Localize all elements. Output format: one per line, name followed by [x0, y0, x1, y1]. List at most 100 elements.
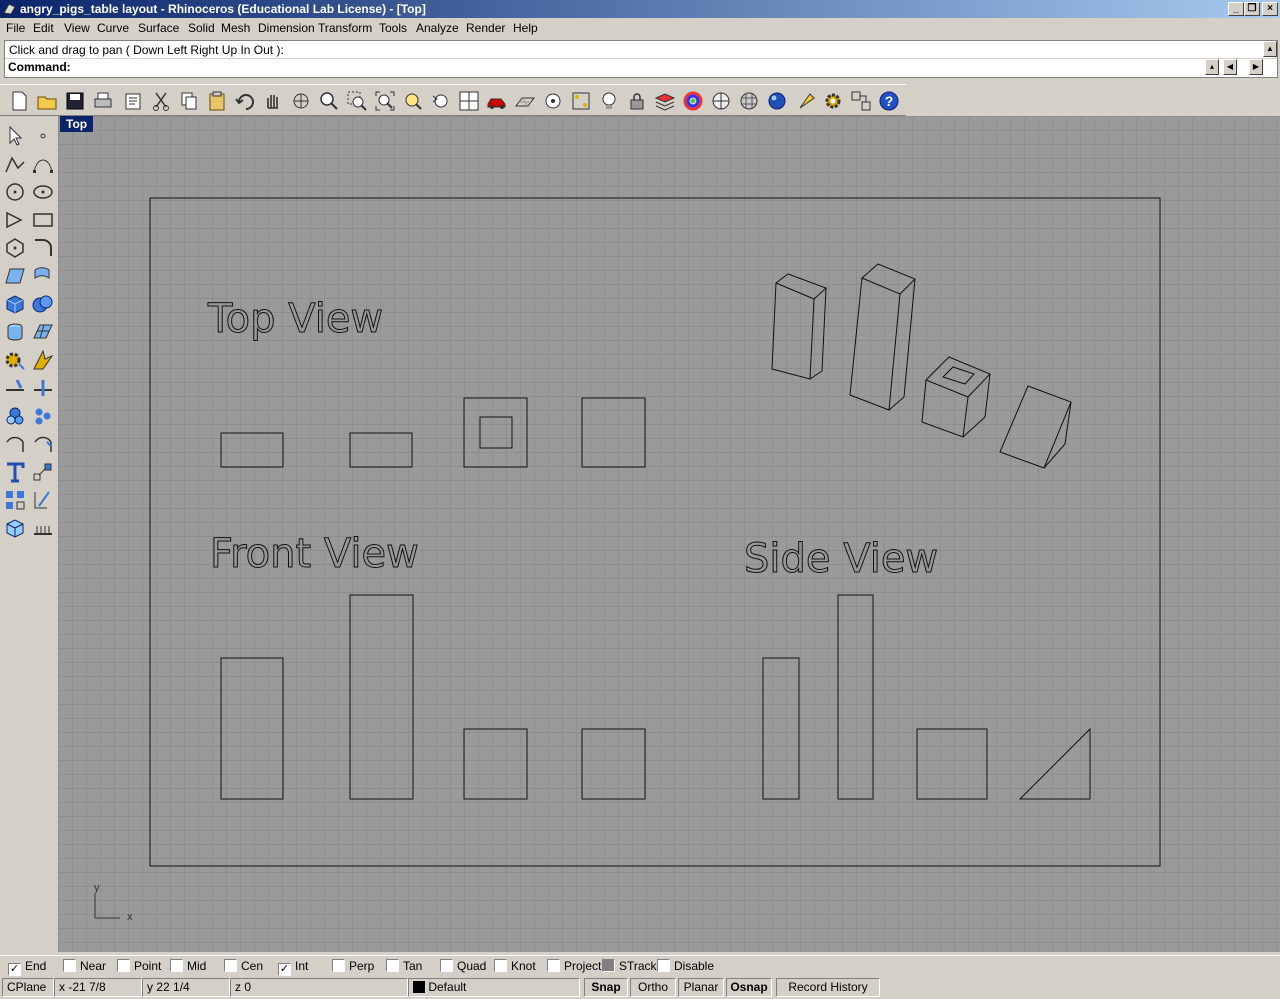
fillet-curve-icon[interactable] — [31, 236, 55, 260]
extrude-curve-icon[interactable] — [31, 264, 55, 288]
menu-tools[interactable]: Tools — [379, 21, 407, 35]
osnap-end-checkbox[interactable]: ✓ — [8, 963, 21, 976]
drawing-canvas[interactable]: Top View Front View Side View y x — [58, 116, 1280, 952]
osnap-toggle[interactable]: Osnap — [726, 978, 772, 997]
polygon-icon[interactable] — [3, 236, 27, 260]
analyze-icon[interactable] — [31, 488, 55, 512]
osnap-tan[interactable]: Tan — [386, 959, 422, 973]
command-scroll-right-icon[interactable]: ▶ — [1249, 59, 1263, 75]
curve-tools-icon[interactable] — [31, 432, 55, 456]
osnap-end[interactable]: ✓ End — [8, 959, 46, 976]
options-gear-icon[interactable] — [822, 90, 844, 112]
osnap-perp[interactable]: Perp — [332, 959, 374, 973]
menu-curve[interactable]: Curve — [97, 21, 129, 35]
viewport-title-tab[interactable]: Top — [60, 116, 94, 132]
command-spin-icon[interactable]: ▴ — [1205, 59, 1219, 75]
surface-corner-points-icon[interactable] — [3, 264, 27, 288]
render-sphere-icon[interactable] — [766, 90, 788, 112]
osnap-mid[interactable]: Mid — [170, 959, 206, 973]
solid-tools-icon[interactable] — [3, 404, 27, 428]
osnap-strack[interactable]: STrack — [602, 959, 657, 973]
menu-file[interactable]: File — [6, 21, 25, 35]
osnap-strack-checkbox[interactable] — [602, 959, 615, 972]
cplane-indicator[interactable]: CPlane — [2, 978, 54, 997]
curve-control-points-icon[interactable] — [31, 152, 55, 176]
current-layer[interactable]: Default — [408, 978, 580, 997]
trim-icon[interactable] — [3, 376, 27, 400]
transform-gear-icon[interactable] — [3, 348, 27, 372]
osnap-int-checkbox[interactable]: ✓ — [278, 963, 291, 976]
snap-toggle[interactable]: Snap — [584, 978, 628, 997]
planar-toggle[interactable]: Planar — [678, 978, 724, 997]
select-arrow-icon[interactable] — [3, 124, 27, 148]
osnap-int[interactable]: ✓ Int — [278, 959, 308, 976]
front-view-hollow-cube[interactable] — [463, 728, 528, 800]
wireframe-icon[interactable] — [514, 90, 536, 112]
osnap-quad[interactable]: Quad — [440, 959, 486, 973]
cut-icon[interactable] — [150, 90, 172, 112]
side-view-block-2[interactable] — [837, 594, 874, 800]
point-icon[interactable] — [31, 124, 55, 148]
arc-icon[interactable] — [3, 208, 27, 232]
box-solid-icon[interactable] — [3, 292, 27, 316]
menu-mesh[interactable]: Mesh — [221, 21, 250, 35]
menu-dimension[interactable]: Dimension — [258, 21, 315, 35]
osnap-knot[interactable]: Knot — [494, 959, 536, 973]
layers-icon[interactable] — [654, 90, 676, 112]
sphere-wire-icon[interactable] — [710, 90, 732, 112]
osnap-point[interactable]: Point — [117, 959, 161, 973]
open-file-icon[interactable] — [36, 90, 58, 112]
color-wheel-icon[interactable] — [682, 90, 704, 112]
top-view-block-1[interactable] — [220, 432, 284, 468]
osnap-project[interactable]: Project — [547, 959, 601, 973]
boolean-union-icon[interactable] — [31, 292, 55, 316]
new-file-icon[interactable] — [8, 90, 30, 112]
menu-surface[interactable]: Surface — [138, 21, 179, 35]
top-view-wedge[interactable] — [581, 397, 646, 468]
menu-edit[interactable]: Edit — [33, 21, 54, 35]
side-view-wedge[interactable] — [1018, 727, 1091, 800]
lock-icon[interactable] — [626, 90, 648, 112]
osnap-mid-checkbox[interactable] — [170, 959, 183, 972]
ellipse-icon[interactable] — [31, 180, 55, 204]
rectangle-icon[interactable] — [31, 208, 55, 232]
group-icon[interactable] — [3, 488, 27, 512]
lightbulb-icon[interactable] — [598, 90, 620, 112]
top-viewport[interactable]: Top View Front View Side View y x Top — [58, 116, 1280, 952]
polyline-icon[interactable] — [3, 152, 27, 176]
explode-icon[interactable] — [31, 348, 55, 372]
pan-hand-icon[interactable] — [262, 90, 284, 112]
iso-block-1[interactable] — [771, 273, 827, 380]
top-view-hollow-cube-outer[interactable] — [463, 397, 528, 468]
points-grid-icon[interactable] — [570, 90, 592, 112]
osnap-cen-icon[interactable] — [542, 90, 564, 112]
record-history-toggle[interactable]: Record History — [776, 978, 880, 997]
move-icon[interactable] — [31, 460, 55, 484]
side-view-hollow-cube[interactable] — [916, 728, 988, 800]
osnap-near[interactable]: Near — [63, 959, 106, 973]
circle-icon[interactable] — [3, 180, 27, 204]
iso-hollow-cube[interactable] — [921, 356, 991, 438]
undo-icon[interactable] — [234, 90, 256, 112]
render-box-icon[interactable] — [3, 516, 27, 540]
front-view-block-2[interactable] — [349, 594, 414, 800]
ortho-toggle[interactable]: Ortho — [630, 978, 676, 997]
print-icon[interactable] — [92, 90, 114, 112]
close-button[interactable]: × — [1262, 2, 1278, 16]
menu-render[interactable]: Render — [466, 21, 505, 35]
help-icon[interactable]: ? — [878, 90, 900, 112]
menu-transform[interactable]: Transform — [318, 21, 372, 35]
window-titlebar[interactable]: angry_pigs_table layout - Rhinoceros (Ed… — [0, 0, 1280, 18]
dimension-icon[interactable] — [31, 516, 55, 540]
cylinder-icon[interactable] — [3, 320, 27, 344]
top-view-hollow-cube-inner[interactable] — [479, 416, 513, 449]
front-view-wedge[interactable] — [581, 728, 646, 800]
mesh-plane-icon[interactable] — [31, 320, 55, 344]
split-icon[interactable] — [31, 376, 55, 400]
undo-view-icon[interactable] — [430, 90, 452, 112]
render-mesh-icon[interactable] — [738, 90, 760, 112]
command-input[interactable] — [75, 59, 1201, 75]
top-view-block-2[interactable] — [349, 432, 413, 468]
menu-solid[interactable]: Solid — [188, 21, 215, 35]
osnap-disable-checkbox[interactable] — [657, 959, 670, 972]
